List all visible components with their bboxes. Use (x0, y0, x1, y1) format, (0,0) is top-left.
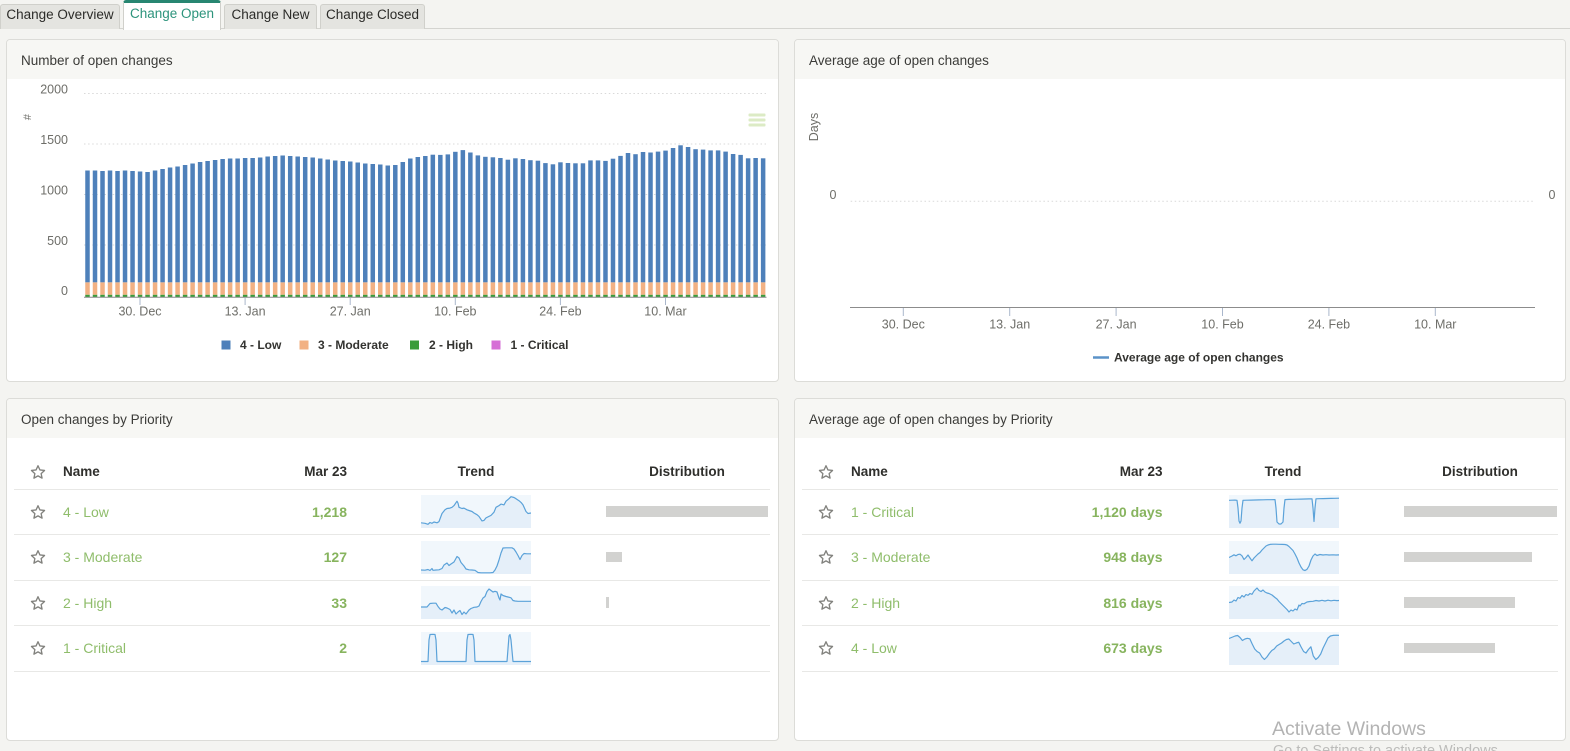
svg-text:10. Mar: 10. Mar (1414, 318, 1456, 332)
svg-text:1 - Critical: 1 - Critical (511, 338, 569, 352)
svg-text:13. Jan: 13. Jan (225, 305, 266, 319)
svg-text:24. Feb: 24. Feb (1308, 318, 1350, 332)
svg-text:24. Feb: 24. Feb (539, 305, 581, 319)
svg-text:10. Mar: 10. Mar (644, 305, 686, 319)
svg-text:2000: 2000 (40, 83, 68, 97)
svg-text:27. Jan: 27. Jan (330, 305, 371, 319)
svg-text:27. Jan: 27. Jan (1096, 318, 1137, 332)
svg-text:30. Dec: 30. Dec (118, 305, 161, 319)
svg-text:500: 500 (47, 234, 68, 248)
svg-text:3 - Moderate: 3 - Moderate (318, 338, 389, 352)
svg-text:#: # (22, 113, 34, 120)
svg-text:1000: 1000 (40, 184, 68, 198)
svg-text:10. Feb: 10. Feb (1201, 318, 1243, 332)
svg-text:0: 0 (830, 188, 837, 202)
svg-text:13. Jan: 13. Jan (989, 318, 1030, 332)
svg-text:30. Dec: 30. Dec (882, 318, 925, 332)
svg-text:2 - High: 2 - High (429, 338, 473, 352)
svg-text:4 - Low: 4 - Low (240, 338, 282, 352)
svg-text:Average age of open changes: Average age of open changes (1114, 351, 1284, 365)
svg-text:Days: Days (807, 113, 821, 141)
svg-text:10. Feb: 10. Feb (434, 305, 476, 319)
svg-text:0: 0 (61, 284, 68, 298)
svg-text:0: 0 (1549, 188, 1556, 202)
svg-text:1500: 1500 (40, 133, 68, 147)
